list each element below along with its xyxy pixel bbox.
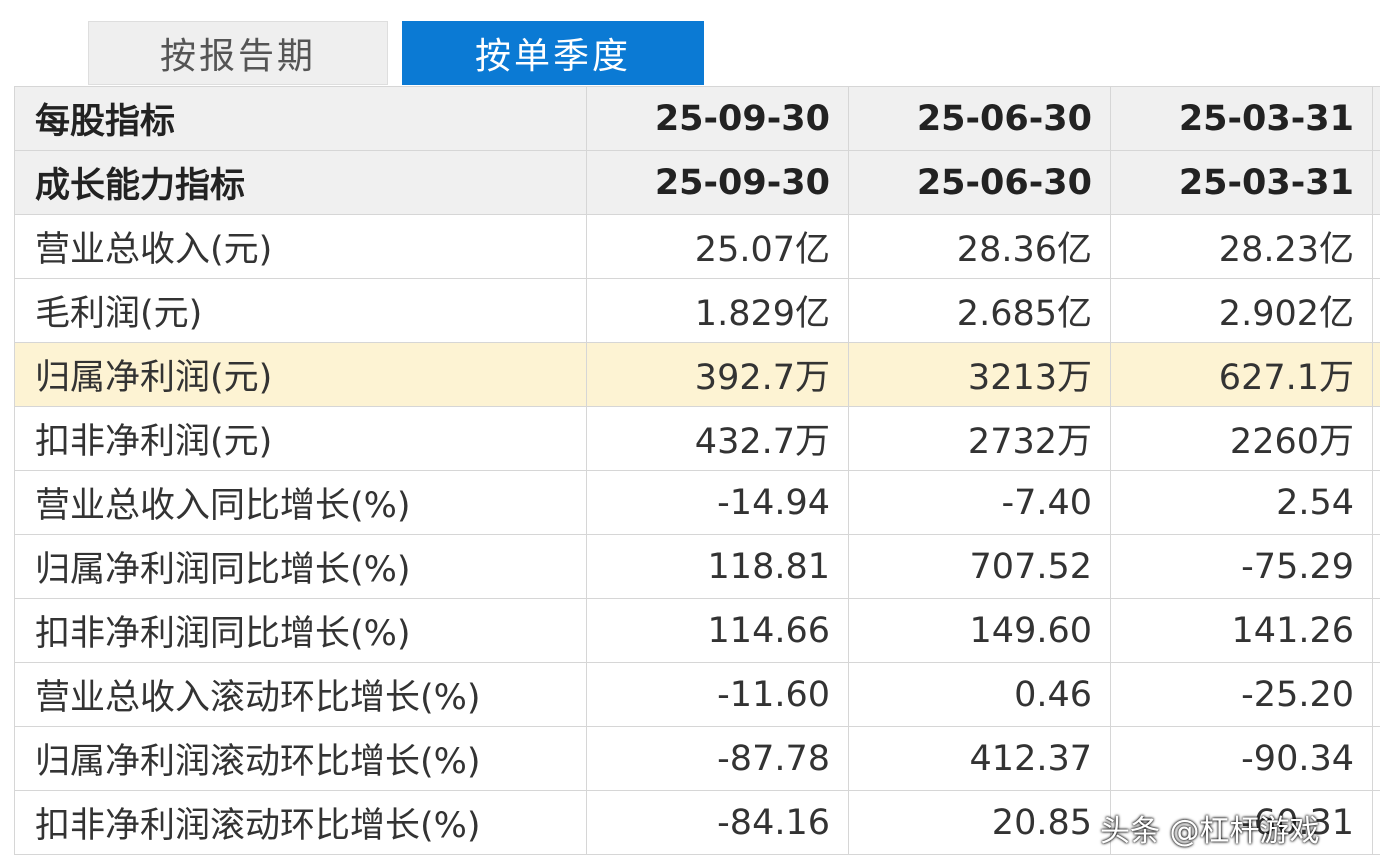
overflow-column-cell (1372, 342, 1380, 407)
table-cell: -90.34 (1110, 726, 1373, 791)
table-header-row: 成长能力指标 25-09-30 25-06-30 25-03-31 (14, 150, 1380, 215)
table-cell: -11.60 (586, 662, 849, 727)
date-column-header[interactable]: 25-06-30 (848, 150, 1111, 215)
row-label: 营业总收入滚动环比增长(%) (14, 662, 587, 727)
table-cell: 141.26 (1110, 598, 1373, 663)
tab-by-quarter[interactable]: 按单季度 (402, 21, 704, 85)
financial-indicators-table-container: 每股指标 25-09-30 25-06-30 25-03-31 成长能力指标 2… (14, 86, 1380, 864)
table-cell: 28.23亿 (1110, 214, 1373, 279)
table-cell: 0.46 (848, 662, 1111, 727)
table-row-highlighted[interactable]: 归属净利润(元) 392.7万 3213万 627.1万 (14, 342, 1380, 407)
table-row[interactable]: 归属净利润滚动环比增长(%) -87.78 412.37 -90.34 (14, 726, 1380, 791)
table-cell: 25.07亿 (586, 214, 849, 279)
table-row[interactable]: 毛利润(元) 1.829亿 2.685亿 2.902亿 (14, 278, 1380, 343)
row-label: 归属净利润(元) (14, 342, 587, 407)
source-watermark: 头条 @杠杆游戏 (1100, 814, 1320, 849)
table-row[interactable]: 扣非净利润同比增长(%) 114.66 149.60 141.26 (14, 598, 1380, 663)
table-cell: -14.94 (586, 470, 849, 535)
table-cell: 432.7万 (586, 406, 849, 471)
table-cell: 149.60 (848, 598, 1111, 663)
table-row[interactable]: 营业总收入滚动环比增长(%) -11.60 0.46 -25.20 (14, 662, 1380, 727)
overflow-column-cell (1372, 214, 1380, 279)
overflow-column-cell (1372, 662, 1380, 727)
table-cell: 114.66 (586, 598, 849, 663)
overflow-column-cell (1372, 534, 1380, 599)
date-column-header[interactable]: 25-03-31 (1110, 150, 1373, 215)
table-cell: 412.37 (848, 726, 1111, 791)
row-label: 营业总收入同比增长(%) (14, 470, 587, 535)
row-label: 毛利润(元) (14, 278, 587, 343)
table-row[interactable]: 营业总收入(元) 25.07亿 28.36亿 28.23亿 (14, 214, 1380, 279)
overflow-column-cell (1372, 278, 1380, 343)
row-label: 归属净利润滚动环比增长(%) (14, 726, 587, 791)
table-row[interactable]: 归属净利润同比增长(%) 118.81 707.52 -75.29 (14, 534, 1380, 599)
table-cell: 28.36亿 (848, 214, 1111, 279)
growth-indicators-header[interactable]: 成长能力指标 (14, 150, 587, 215)
table-cell: 2.902亿 (1110, 278, 1373, 343)
table-row[interactable]: 扣非净利润(元) 432.7万 2732万 2260万 (14, 406, 1380, 471)
table-cell: -7.40 (848, 470, 1111, 535)
date-column-header[interactable]: 25-09-30 (586, 150, 849, 215)
row-label: 扣非净利润滚动环比增长(%) (14, 790, 587, 855)
overflow-column-cell (1372, 726, 1380, 791)
date-column-header[interactable]: 25-03-31 (1110, 86, 1373, 151)
table-cell: 2732万 (848, 406, 1111, 471)
date-column-header[interactable]: 25-09-30 (586, 86, 849, 151)
row-label: 归属净利润同比增长(%) (14, 534, 587, 599)
table-cell: 627.1万 (1110, 342, 1373, 407)
tab-by-report-period[interactable]: 按报告期 (88, 21, 388, 85)
table-cell: 1.829亿 (586, 278, 849, 343)
overflow-column-cell (1372, 86, 1380, 151)
table-cell: 20.85 (848, 790, 1111, 855)
overflow-column-cell (1372, 150, 1380, 215)
table-cell: -25.20 (1110, 662, 1373, 727)
financial-indicators-table: 每股指标 25-09-30 25-06-30 25-03-31 成长能力指标 2… (14, 86, 1380, 855)
period-tabs: 按报告期 按单季度 (0, 0, 1380, 86)
row-label: 扣非净利润(元) (14, 406, 587, 471)
table-cell: 2.685亿 (848, 278, 1111, 343)
table-header-row: 每股指标 25-09-30 25-06-30 25-03-31 (14, 86, 1380, 151)
overflow-column-cell (1372, 406, 1380, 471)
overflow-column-cell (1372, 790, 1380, 855)
table-cell: 118.81 (586, 534, 849, 599)
row-label: 营业总收入(元) (14, 214, 587, 279)
table-cell: -75.29 (1110, 534, 1373, 599)
date-column-header[interactable]: 25-06-30 (848, 86, 1111, 151)
table-cell: 2260万 (1110, 406, 1373, 471)
table-cell: 3213万 (848, 342, 1111, 407)
table-cell: -84.16 (586, 790, 849, 855)
overflow-column-cell (1372, 470, 1380, 535)
table-row[interactable]: 营业总收入同比增长(%) -14.94 -7.40 2.54 (14, 470, 1380, 535)
table-cell: 392.7万 (586, 342, 849, 407)
overflow-column-cell (1372, 598, 1380, 663)
row-label: 扣非净利润同比增长(%) (14, 598, 587, 663)
table-cell: 707.52 (848, 534, 1111, 599)
table-cell: 2.54 (1110, 470, 1373, 535)
table-cell: -87.78 (586, 726, 849, 791)
per-share-indicators-header[interactable]: 每股指标 (14, 86, 587, 151)
